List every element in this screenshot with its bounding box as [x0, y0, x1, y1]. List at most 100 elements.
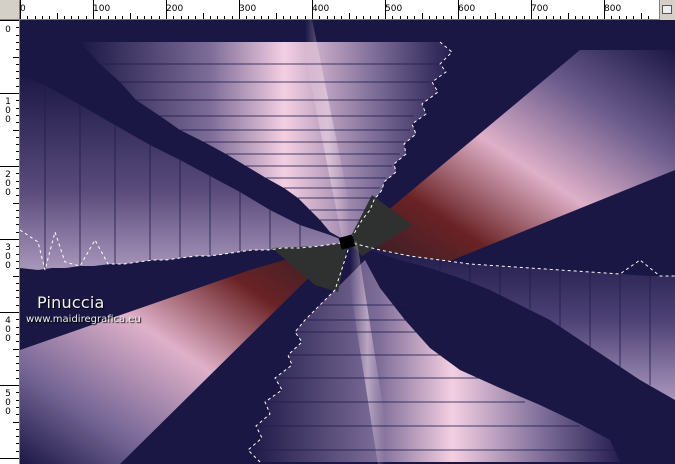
ruler-tick: [479, 16, 481, 19]
ruler-tick: [144, 16, 146, 19]
ruler-tick: [16, 217, 19, 219]
ruler-tick: [618, 16, 620, 19]
ruler-tick: [0, 239, 19, 240]
ruler-tick: [458, 0, 459, 19]
ruler-tick: [319, 16, 321, 19]
ruler-tick: [246, 16, 248, 19]
ruler-tick: [16, 304, 19, 306]
ruler-tick: [16, 78, 19, 80]
ruler-tick: [421, 13, 423, 19]
ruler-tick: [501, 16, 503, 19]
ruler-tick: [465, 16, 467, 19]
ruler-tick: [16, 209, 19, 211]
ruler-tick: [16, 268, 19, 270]
ruler-tick: [377, 16, 379, 19]
ruler-tick: [0, 312, 19, 313]
ruler-tick: [13, 421, 19, 423]
ruler-tick: [392, 16, 394, 19]
ruler-label-400: 400: [312, 4, 330, 14]
ruler-tick: [107, 16, 109, 19]
ruler-tick: [494, 13, 496, 19]
image-canvas[interactable]: Pinuccia www.maidiregrafica.eu: [20, 20, 675, 464]
ruler-tick: [13, 56, 19, 58]
ruler-tick: [428, 16, 430, 19]
ruler-tick: [16, 71, 19, 73]
ruler-label-v0: 0: [5, 25, 11, 35]
ruler-tick: [282, 16, 284, 19]
ruler-tick: [604, 0, 605, 19]
ruler-tick: [545, 16, 547, 19]
ruler-tick: [0, 20, 19, 21]
ruler-tick: [136, 16, 138, 19]
ruler-tick: [151, 16, 153, 19]
ruler-tick: [16, 414, 19, 416]
ruler-tick: [414, 16, 416, 19]
ruler-label-v500: 5 0 0: [5, 389, 11, 417]
ruler-tick: [538, 16, 540, 19]
watermark-name: Pinuccia: [37, 293, 105, 312]
ruler-tick: [406, 16, 408, 19]
navigate-icon: [662, 5, 672, 14]
ruler-tick: [16, 144, 19, 146]
ruler-tick: [436, 16, 438, 19]
ruler-tick: [275, 13, 277, 19]
ruler-tick: [16, 187, 19, 189]
ruler-tick: [166, 0, 167, 19]
vertical-ruler[interactable]: 0 1 0 0 2 0 0 3 0 0 4 0 0 5 0 0: [0, 20, 20, 464]
ruler-tick: [16, 224, 19, 226]
ruler-tick: [16, 333, 19, 335]
ruler-tick: [217, 16, 219, 19]
ruler-tick: [114, 16, 116, 19]
ruler-tick: [16, 282, 19, 284]
ruler-tick: [582, 16, 584, 19]
ruler-tick: [13, 129, 19, 131]
ruler-tick: [20, 0, 21, 19]
ruler-tick: [16, 41, 19, 43]
ruler-tick: [93, 0, 94, 19]
ruler-tick: [195, 16, 197, 19]
ruler-tick: [516, 16, 518, 19]
ruler-tick: [16, 377, 19, 379]
ruler-label-v400: 4 0 0: [5, 316, 11, 344]
ruler-tick: [16, 392, 19, 394]
ruler-tick: [333, 16, 335, 19]
ruler-tick: [596, 16, 598, 19]
ruler-tick: [640, 13, 642, 19]
ruler-tick: [100, 16, 102, 19]
ruler-tick: [16, 158, 19, 160]
ruler-tick: [16, 246, 19, 248]
ruler-tick: [560, 16, 562, 19]
ruler-tick: [531, 0, 532, 19]
ruler-tick: [450, 16, 452, 19]
ruler-tick: [0, 458, 19, 459]
ruler-tick: [260, 16, 262, 19]
ruler-tick: [443, 16, 445, 19]
ruler-tick: [304, 16, 306, 19]
ruler-tick: [16, 450, 19, 452]
ruler-label-100: 100: [93, 4, 111, 14]
ruler-tick: [348, 13, 350, 19]
ruler-tick: [363, 16, 365, 19]
ruler-tick: [312, 0, 313, 19]
ruler-tick: [611, 16, 613, 19]
ruler-tick: [509, 16, 511, 19]
ruler-tick: [16, 297, 19, 299]
ruler-tick: [16, 122, 19, 124]
ruler-tick: [16, 260, 19, 262]
ruler-tick: [16, 370, 19, 372]
watermark-url: www.maidiregrafica.eu: [26, 314, 141, 325]
ruler-tick: [16, 355, 19, 357]
ruler-tick: [370, 16, 372, 19]
ruler-tick: [253, 16, 255, 19]
ruler-tick: [78, 16, 80, 19]
ruler-tick: [173, 16, 175, 19]
horizontal-ruler[interactable]: 0 100 200 300 400 500 600 700 800: [0, 0, 675, 20]
ruler-tick: [122, 16, 124, 19]
ruler-tick: [16, 253, 19, 255]
ruler-tick: [385, 0, 386, 19]
ruler-tick: [16, 406, 19, 408]
navigate-button[interactable]: [659, 0, 675, 20]
ruler-tick: [49, 16, 51, 19]
ruler-tick: [574, 16, 576, 19]
ruler-label-v300: 3 0 0: [5, 243, 11, 271]
